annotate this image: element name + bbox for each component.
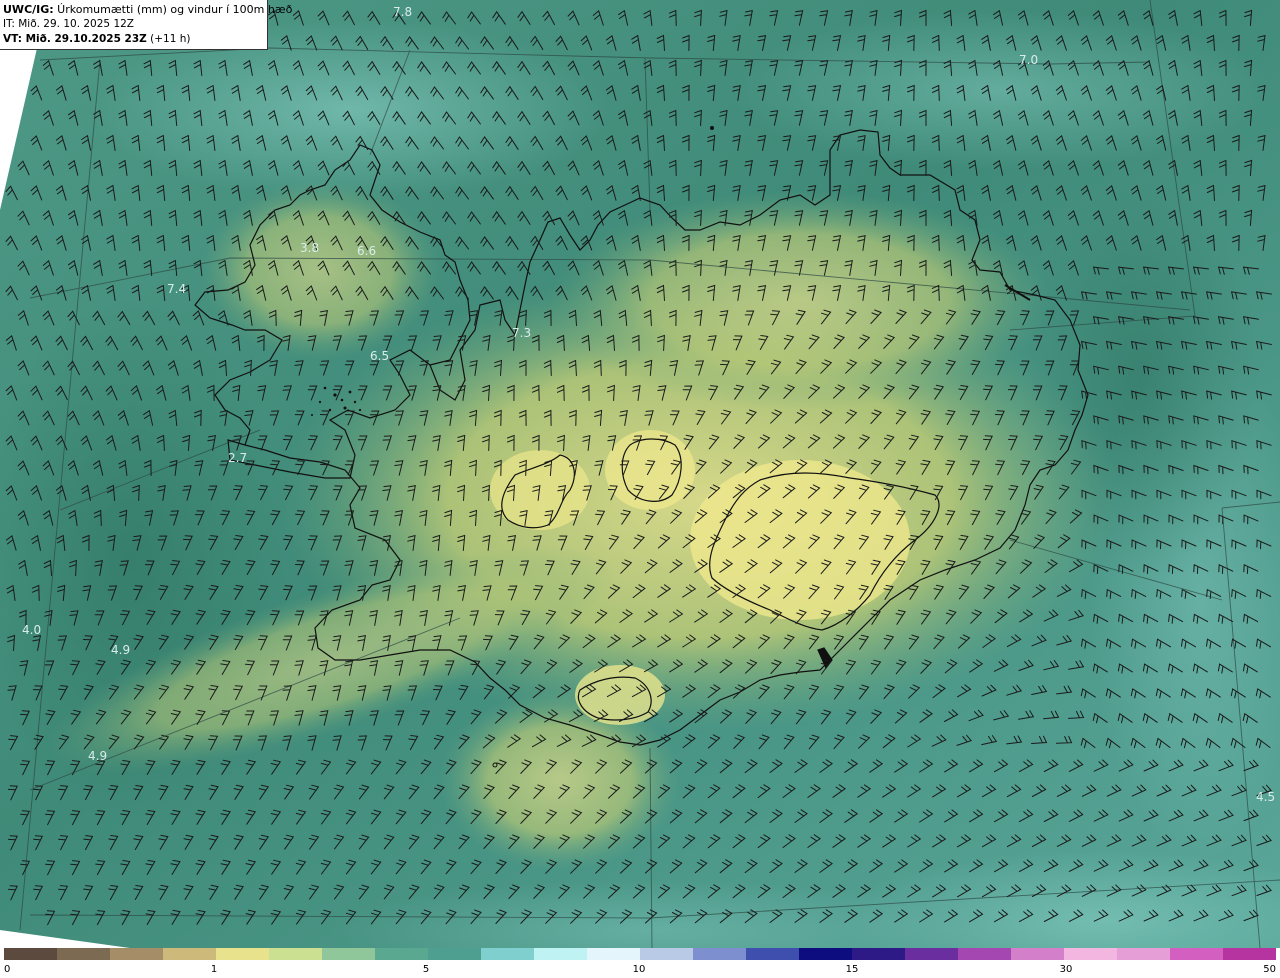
colorbar-segment	[216, 948, 269, 960]
colorbar-segment	[57, 948, 110, 960]
product-code: UWC/IG:	[3, 3, 54, 16]
colorbar-segment	[905, 948, 958, 960]
colorbar-segment	[4, 948, 57, 960]
value-label-breidafjordur: 6.5	[370, 349, 389, 363]
colorbar-tick-label: 15	[845, 964, 859, 975]
value-label-se-sea: 4.5	[1256, 790, 1275, 804]
valid-time-date: VT: Mið. 29.10.2025 23Z	[3, 33, 147, 45]
value-label-sw-sea-a: 4.0	[22, 623, 41, 637]
colorbar-segment	[322, 948, 375, 960]
valid-time-offset: (+11 h)	[146, 33, 191, 45]
colorbar-segment	[640, 948, 693, 960]
colorbar-segment	[1011, 948, 1064, 960]
value-label-westfjords-a: 3.8	[300, 241, 319, 255]
colorbar-tick-label: 5	[422, 964, 430, 975]
colorbar-segment	[428, 948, 481, 960]
colorbar-segment	[1223, 948, 1276, 960]
colorbar-tick-label: 50	[1263, 964, 1276, 975]
value-label-nw-top: 7.8	[393, 5, 412, 19]
value-label-snaefellsnes: 2.7	[228, 451, 247, 465]
colorbar-segment	[269, 948, 322, 960]
colorbar-segment	[163, 948, 216, 960]
colorbar-segment	[1064, 948, 1117, 960]
colorbar-segment	[375, 948, 428, 960]
colorbar-segment	[1170, 948, 1223, 960]
product-description: Úrkomumætti (mm) og vindur í 100m hæð	[53, 3, 293, 16]
valid-time: VT: Mið. 29.10.2025 23Z (+11 h)	[3, 32, 264, 47]
colorbar-tick-label: 0	[4, 964, 11, 975]
value-label-westfjords-b: 6.6	[357, 244, 376, 258]
product-title: UWC/IG: Úrkomumætti (mm) og vindur í 100…	[3, 2, 292, 17]
colorbar-segment	[799, 948, 852, 960]
value-label-ne-top: 7.0	[1019, 53, 1038, 67]
value-label-sw-sea-b: 4.9	[111, 643, 130, 657]
colorbar-segment	[746, 948, 799, 960]
forecast-map: 7.8 7.0 3.8 6.6 7.4 7.3 6.5 2.7 4.0 4.9 …	[0, 0, 1280, 948]
colorbar-tick-label: 10	[632, 964, 646, 975]
colorbar-tick-label: 1	[210, 964, 218, 975]
colorbar-tick-label: 30	[1059, 964, 1073, 975]
colorbar-segment	[693, 948, 746, 960]
forecast-info-box: UWC/IG: Úrkomumætti (mm) og vindur í 100…	[0, 0, 292, 50]
value-label-west-sea: 7.4	[167, 282, 186, 296]
colorbar-segment	[110, 948, 163, 960]
value-label-sw-sea-c: 4.9	[88, 749, 107, 763]
value-label-north-west: 7.3	[512, 326, 531, 340]
colorbar-segment	[852, 948, 905, 960]
map-canvas: 7.8 7.0 3.8 6.6 7.4 7.3 6.5 2.7 4.0 4.9 …	[0, 0, 1280, 948]
initial-time: IT: Mið. 29. 10. 2025 12Z	[3, 18, 134, 30]
colorbar-segment	[958, 948, 1011, 960]
colorbar	[4, 948, 1276, 960]
colorbar-segment	[481, 948, 534, 960]
colorbar-segment	[1117, 948, 1170, 960]
colorbar-segment	[534, 948, 587, 960]
colorbar-segment	[587, 948, 640, 960]
colorbar-legend: 0 1 5 10 15 30 50	[0, 948, 1280, 978]
